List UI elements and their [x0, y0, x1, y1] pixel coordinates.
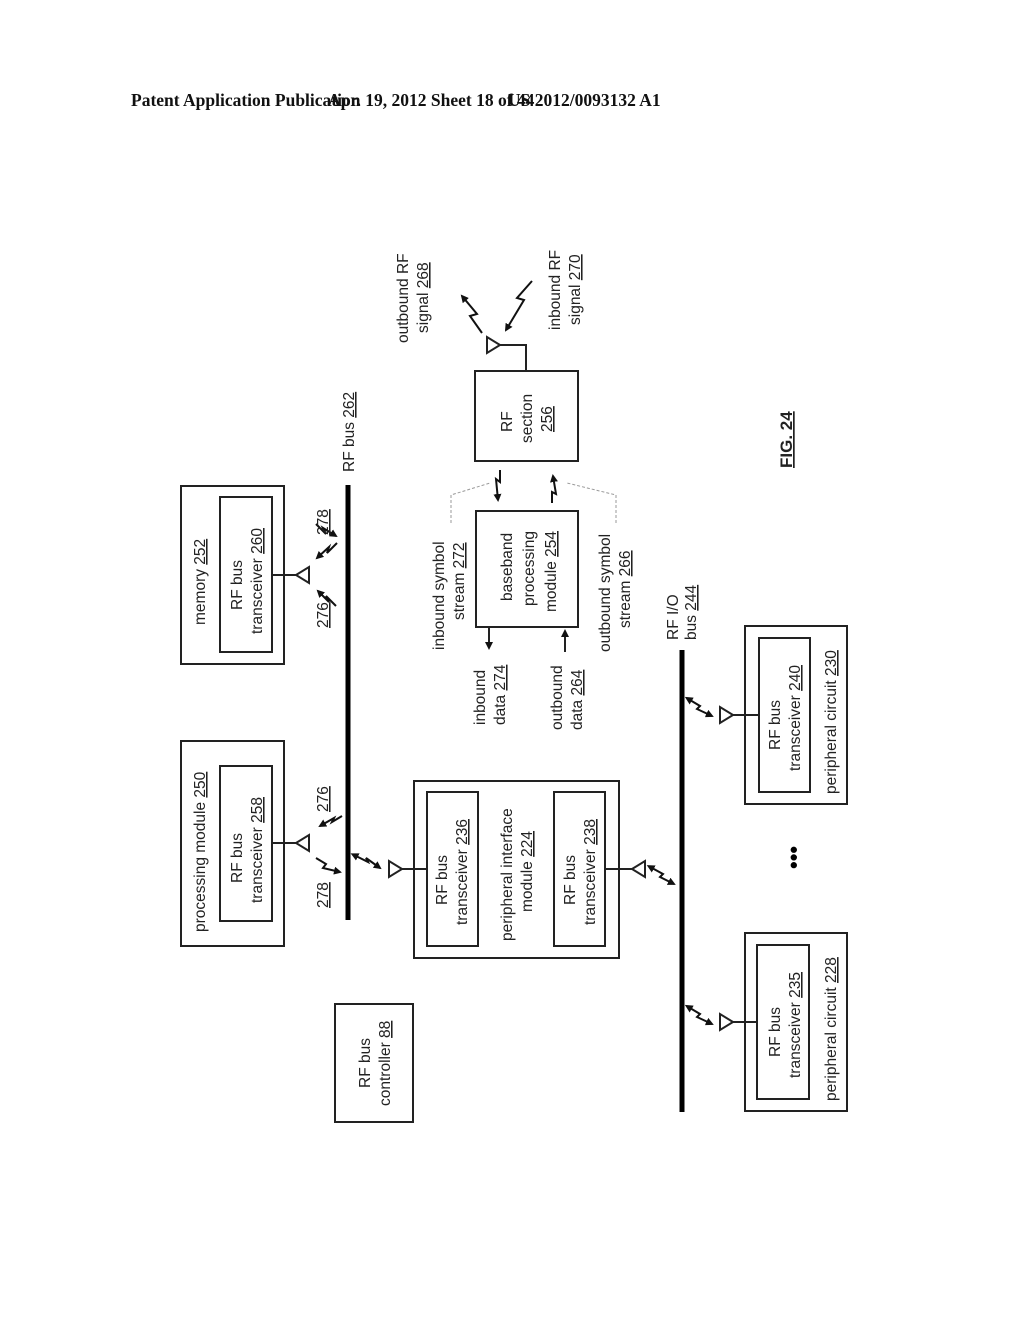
pc230-transceiver-line1: RF bus	[767, 700, 784, 750]
pc230-label: peripheral circuit 230	[823, 650, 840, 794]
pim-transceiver-a-line1: RF bus	[434, 855, 451, 905]
outbound-rf-line1: outbound RF	[395, 253, 412, 343]
bidirectional-signal-icon	[684, 696, 714, 718]
rf-section-block: RF section 256	[474, 335, 579, 462]
baseband-line3: module 254	[543, 531, 560, 612]
figure-diagram: RF bus 262 RF I/O bus 244 memory 252 RF …	[180, 250, 848, 1123]
rf-section-ref: 256	[539, 406, 556, 432]
peripheral-interface-module-block: RF bus transceiver 236 peripheral interf…	[388, 780, 646, 959]
inbound-symbol-line2: stream 272	[451, 542, 468, 620]
controller-line2: controller 88	[377, 1021, 394, 1106]
outbound-rf-bolt-icon	[460, 294, 483, 334]
pim-transceiver-b-line1: RF bus	[562, 855, 579, 905]
rf-bus-label: RF bus 262	[341, 392, 358, 472]
outbound-data-line2: data 264	[569, 669, 586, 730]
peripheral-circuit-228-block: RF bus transceiver 235 peripheral circui…	[719, 932, 848, 1112]
rf-section-antenna-icon	[486, 335, 502, 355]
pc228-transceiver-line2: transceiver 235	[787, 972, 804, 1078]
baseband-processing-module-block: baseband processing module 254	[475, 510, 579, 628]
inbound-rf-line2: signal 270	[567, 254, 584, 325]
processing-module-block: processing module 250 RF bus transceiver…	[180, 740, 310, 947]
pc228-label: peripheral circuit 228	[823, 957, 840, 1101]
pim-antenna-a-icon	[388, 859, 404, 879]
ref-276-processing: 276	[315, 786, 332, 812]
signal-bolt-icon	[315, 542, 338, 560]
bidirectional-signal-icon	[684, 1004, 714, 1026]
processing-antenna-icon	[294, 833, 310, 853]
signal-bolt-icon	[318, 815, 343, 827]
memory-label: memory 252	[192, 539, 209, 625]
peripheral-circuit-230-block: RF bus transceiver 240 peripheral circui…	[719, 625, 848, 805]
memory-transceiver-line1: RF bus	[229, 560, 246, 610]
outbound-symbol-bolt-icon	[550, 474, 558, 503]
signal-bolt-icon	[315, 857, 342, 875]
bidirectional-signal-icon	[350, 853, 382, 870]
pim-transceiver-b-line2: transceiver 238	[582, 819, 599, 925]
inbound-data-line1: inbound	[472, 670, 489, 725]
ref-278-memory: 278	[315, 509, 332, 535]
outbound-rf-line2: signal 268	[415, 262, 432, 333]
inbound-rf-line1: inbound RF	[547, 250, 564, 330]
rf-bus-controller-block: RF bus controller 88	[334, 1003, 414, 1123]
inbound-data-line2: data 274	[492, 664, 509, 725]
ellipsis: •••	[781, 846, 806, 869]
memory-antenna-icon	[294, 565, 310, 585]
pc228-antenna-icon	[719, 1012, 735, 1032]
rf-io-bus-label-line1: RF I/O	[665, 594, 682, 640]
outbound-data-line1: outbound	[549, 665, 566, 730]
pim-transceiver-a-line2: transceiver 236	[454, 819, 471, 925]
pim-label-line1: peripheral interface	[499, 808, 516, 941]
processing-transceiver-line1: RF bus	[229, 833, 246, 883]
pim-label-line2: module 224	[519, 831, 536, 912]
pc230-antenna-icon	[719, 705, 735, 725]
rf-io-bus-label-line2: bus 244	[683, 584, 700, 640]
processing-transceiver-line2: transceiver 258	[249, 797, 266, 903]
baseband-line2: processing	[521, 531, 538, 606]
memory-transceiver-line2: transceiver 260	[249, 528, 266, 634]
pc228-transceiver-line1: RF bus	[767, 1007, 784, 1057]
inbound-rf-bolt-icon	[504, 280, 533, 332]
memory-block: memory 252 RF bus transceiver 260	[180, 485, 310, 665]
pc230-transceiver-line2: transceiver 240	[787, 665, 804, 771]
baseband-line1: baseband	[499, 533, 516, 601]
figure-label: FIG. 24	[777, 411, 796, 468]
rf-section-line2: section	[519, 394, 536, 443]
ref-278-processing: 278	[315, 882, 332, 908]
bidirectional-signal-icon	[646, 865, 676, 885]
controller-line1: RF bus	[357, 1038, 374, 1088]
ref-276-memory: 276	[315, 602, 332, 628]
outbound-symbol-line2: stream 266	[617, 550, 634, 628]
pim-antenna-b-icon	[630, 859, 646, 879]
processing-module-label: processing module 250	[192, 771, 209, 932]
inbound-symbol-line1: inbound symbol	[431, 541, 448, 650]
inbound-symbol-bolt-icon	[493, 470, 502, 502]
rf-section-line1: RF	[499, 411, 516, 432]
outbound-symbol-line1: outbound symbol	[597, 534, 614, 652]
